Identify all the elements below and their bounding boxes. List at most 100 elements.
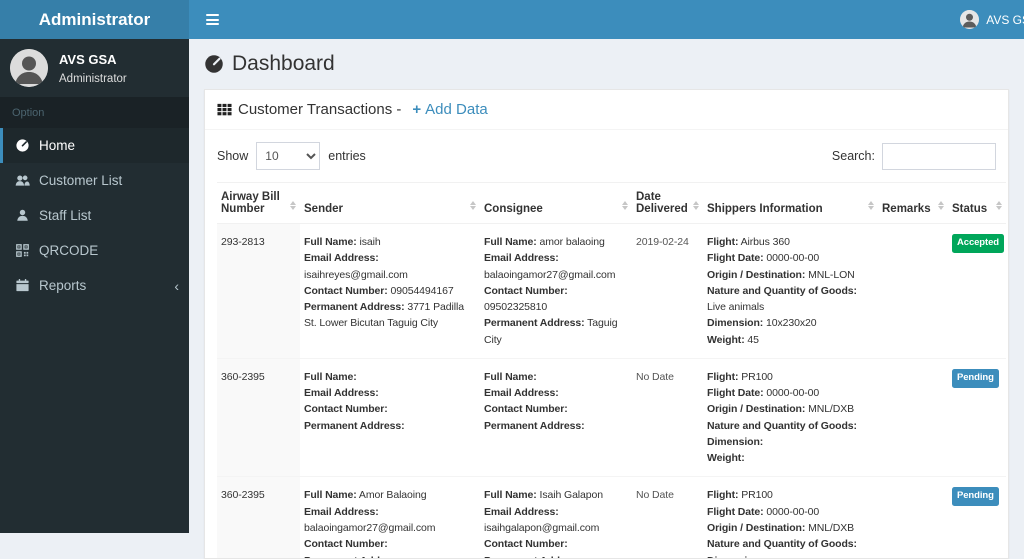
field-label: Email Address: — [304, 387, 379, 399]
airway-bill-cell: 360-2395 — [217, 477, 300, 559]
field-line: Dimension: 10x230x20 — [707, 315, 874, 331]
field-line: Weight: — [707, 450, 874, 466]
calendar-icon — [15, 278, 30, 293]
field-label: Permanent Address: — [484, 555, 585, 559]
shippers-information-cell: Flight: Airbus 360Flight Date: 0000-00-0… — [703, 224, 878, 359]
page-size-select[interactable]: 10 — [256, 142, 320, 170]
field-line: Contact Number: — [304, 401, 476, 417]
field-label: Contact Number: — [304, 403, 388, 415]
airway-bill-cell: 293-2813 — [217, 224, 300, 359]
field-label: Email Address: — [484, 506, 559, 518]
remarks-cell — [878, 358, 948, 477]
field-line: Email Address: isaihgalapon@gmail.com — [484, 504, 628, 537]
airway-bill-cell: 360-2395 — [217, 358, 300, 477]
transactions-tbody: 293-2813Full Name: isaihEmail Address: i… — [217, 224, 1006, 559]
sidebar-item-reports[interactable]: Reports — [0, 268, 189, 303]
user-avatar-icon — [960, 10, 979, 29]
panel-header: Customer Transactions - Add Data — [205, 90, 1008, 130]
field-line: Dimension: — [707, 553, 874, 559]
field-label: Permanent Address: — [304, 555, 405, 559]
field-label: Full Name: — [484, 489, 537, 501]
field-line: Full Name: amor balaoing — [484, 234, 628, 250]
field-line: Nature and Quantity of Goods: Live anima… — [707, 283, 874, 316]
user-icon — [15, 208, 30, 223]
col-header-date-delivered[interactable]: Date Delivered — [632, 183, 703, 224]
sidebar-item-home[interactable]: Home — [0, 128, 189, 163]
table-header-row: Airway Bill Number Sender Consignee Date… — [217, 183, 1006, 224]
field-line: Flight: PR100 — [707, 487, 874, 503]
sort-icon — [693, 198, 699, 216]
navbar-user-name: AVS GSA — [986, 13, 1024, 27]
field-label: Nature and Quantity of Goods: — [707, 285, 857, 297]
sender-cell: Full Name: Amor BalaoingEmail Address: b… — [300, 477, 480, 559]
col-header-remarks[interactable]: Remarks — [878, 183, 948, 224]
col-header-status[interactable]: Status — [948, 183, 1006, 224]
user-avatar-icon — [10, 49, 48, 87]
search-label: Search: — [832, 149, 875, 163]
shippers-information-cell: Flight: PR100Flight Date: 0000-00-00Orig… — [703, 477, 878, 559]
app-logo[interactable]: Administrator — [0, 0, 189, 39]
sidebar-item-label: Staff List — [39, 208, 91, 223]
field-label: Nature and Quantity of Goods: — [707, 420, 857, 432]
sidebar-section-label: Option — [0, 97, 189, 128]
table-row: 360-2395Full Name:Email Address:Contact … — [217, 358, 1006, 477]
sidebar-item-label: Reports — [39, 278, 86, 293]
field-label: Permanent Address: — [304, 420, 405, 432]
status-badge: Accepted — [952, 234, 1004, 253]
date-delivered-cell: 2019-02-24 — [632, 224, 703, 359]
sidebar-toggle-button[interactable] — [189, 0, 235, 39]
field-line: Origin / Destination: MNL-LON — [707, 267, 874, 283]
consignee-cell: Full Name: amor balaoingEmail Address: b… — [480, 224, 632, 359]
page-title: Dashboard — [232, 52, 335, 76]
field-label: Flight Date: — [707, 387, 764, 399]
transactions-panel: Customer Transactions - Add Data Show 10… — [204, 89, 1009, 559]
field-line: Permanent Address: — [304, 553, 476, 559]
navbar-user-menu[interactable]: AVS GSA — [960, 0, 1024, 39]
field-label: Weight: — [707, 334, 745, 346]
app-logo-title: Administrator — [39, 10, 150, 30]
transactions-table: Airway Bill Number Sender Consignee Date… — [217, 182, 1006, 559]
qrcode-icon — [15, 243, 30, 258]
field-label: Flight: — [707, 236, 738, 248]
status-cell: Pending — [948, 477, 1006, 559]
col-header-sender[interactable]: Sender — [300, 183, 480, 224]
sidebar-item-qrcode[interactable]: QRCODE — [0, 233, 189, 268]
sender-cell: Full Name: isaihEmail Address: isaihreye… — [300, 224, 480, 359]
col-header-consignee[interactable]: Consignee — [480, 183, 632, 224]
page-length-control: Show 10 entries — [217, 142, 366, 170]
field-label: Full Name: — [304, 371, 357, 383]
field-line: Contact Number: — [484, 536, 628, 552]
navbar-main: AVS GSA — [189, 0, 1024, 39]
sort-icon — [622, 198, 628, 216]
sort-icon — [470, 198, 476, 216]
field-label: Origin / Destination: — [707, 403, 805, 415]
add-data-link[interactable]: Add Data — [412, 101, 487, 118]
field-label: Flight: — [707, 489, 738, 501]
field-label: Contact Number: — [304, 285, 388, 297]
field-label: Flight: — [707, 371, 738, 383]
field-line: Email Address: isaihreyes@gmail.com — [304, 250, 476, 283]
sidebar-item-staff-list[interactable]: Staff List — [0, 198, 189, 233]
sidebar: AVS GSA Administrator Option Home Custom… — [0, 39, 189, 533]
sidebar-item-customer-list[interactable]: Customer List — [0, 163, 189, 198]
sender-cell: Full Name: Email Address: Contact Number: P… — [300, 358, 480, 477]
panel-body: Show 10 entries Search: Airway Bill Numb… — [205, 130, 1008, 559]
field-line: Contact Number: — [484, 401, 628, 417]
field-line: Full Name: Amor Balaoing — [304, 487, 476, 503]
field-label: Full Name: — [304, 489, 357, 501]
sort-icon — [290, 198, 296, 216]
field-line: Full Name: — [484, 369, 628, 385]
sort-icon — [996, 198, 1002, 216]
add-data-label: Add Data — [425, 101, 488, 118]
search-input[interactable] — [882, 143, 996, 170]
main-content: Dashboard Customer Transactions - Add Da… — [189, 39, 1024, 533]
col-header-airway-bill-number[interactable]: Airway Bill Number — [217, 183, 300, 224]
remarks-cell — [878, 477, 948, 559]
field-line: Flight: Airbus 360 — [707, 234, 874, 250]
users-icon — [15, 173, 30, 188]
field-label: Flight Date: — [707, 252, 764, 264]
field-label: Contact Number: — [304, 538, 388, 550]
top-navbar: Administrator AVS GSA — [0, 0, 1024, 39]
col-header-shippers-information[interactable]: Shippers Information — [703, 183, 878, 224]
field-line: Email Address: — [484, 385, 628, 401]
